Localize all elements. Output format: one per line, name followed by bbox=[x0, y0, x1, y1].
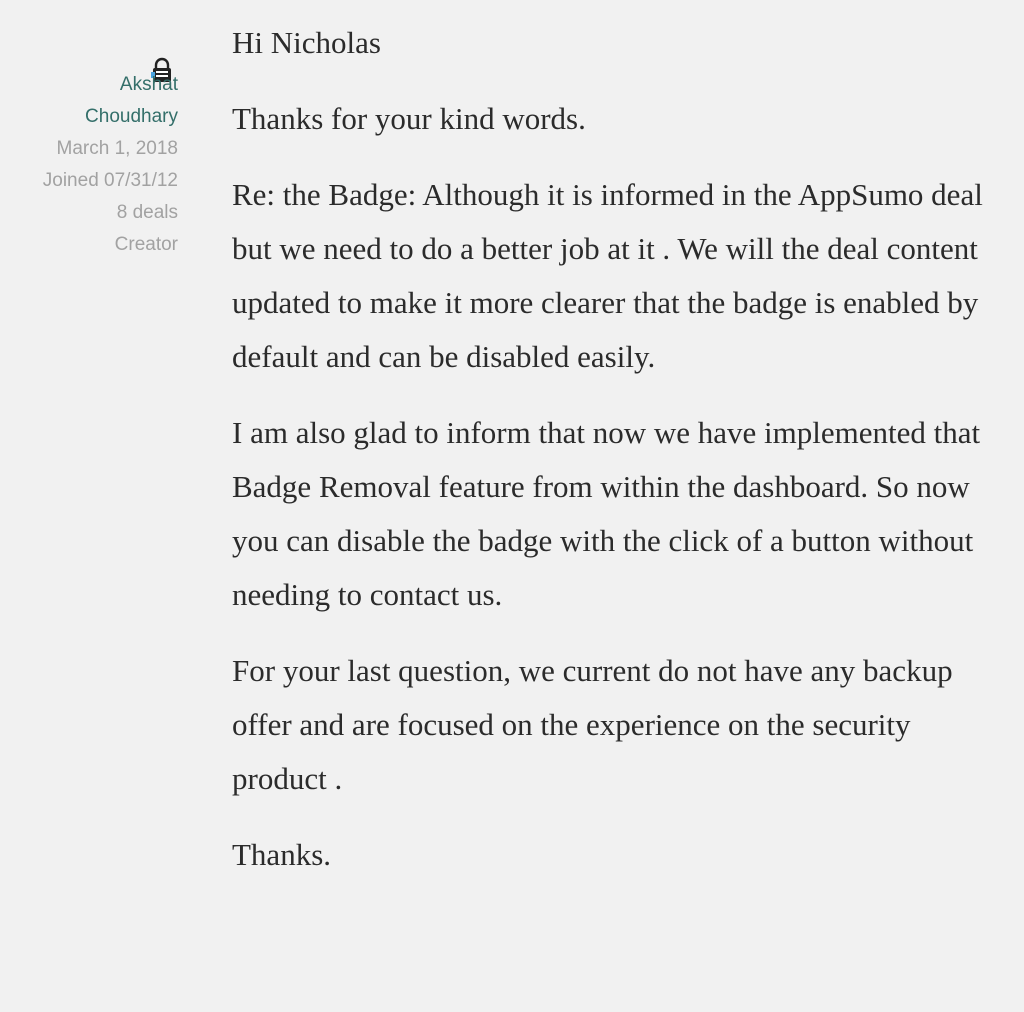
paragraph-1: Thanks for your kind words. bbox=[232, 101, 586, 136]
deal-count: 8 deals bbox=[116, 202, 178, 223]
post-date: March 1, 2018 bbox=[56, 138, 178, 159]
author-last-name: Choudhary bbox=[85, 106, 178, 127]
paragraph-2: Re: the Badge: Although it is informed i… bbox=[232, 177, 983, 374]
comment-post: Akshat Choudhary March 1, 2018 Joined 07… bbox=[0, 0, 1024, 1012]
author-meta: March 1, 2018 Joined 07/31/12 8 deals Cr… bbox=[0, 133, 178, 261]
closing: Thanks. bbox=[232, 837, 332, 872]
paragraph-4: For your last question, we current do no… bbox=[232, 653, 953, 796]
greeting: Hi Nicholas bbox=[232, 25, 381, 60]
comment-body: Hi Nicholas Thanks for your kind words. … bbox=[232, 16, 992, 904]
author-role-badge: Creator bbox=[114, 234, 178, 255]
author-first-name: Akshat bbox=[119, 74, 178, 95]
join-date: Joined 07/31/12 bbox=[42, 170, 178, 191]
paragraph-3: I am also glad to inform that now we hav… bbox=[232, 415, 981, 612]
author-name-link[interactable]: Akshat Choudhary bbox=[0, 69, 178, 133]
